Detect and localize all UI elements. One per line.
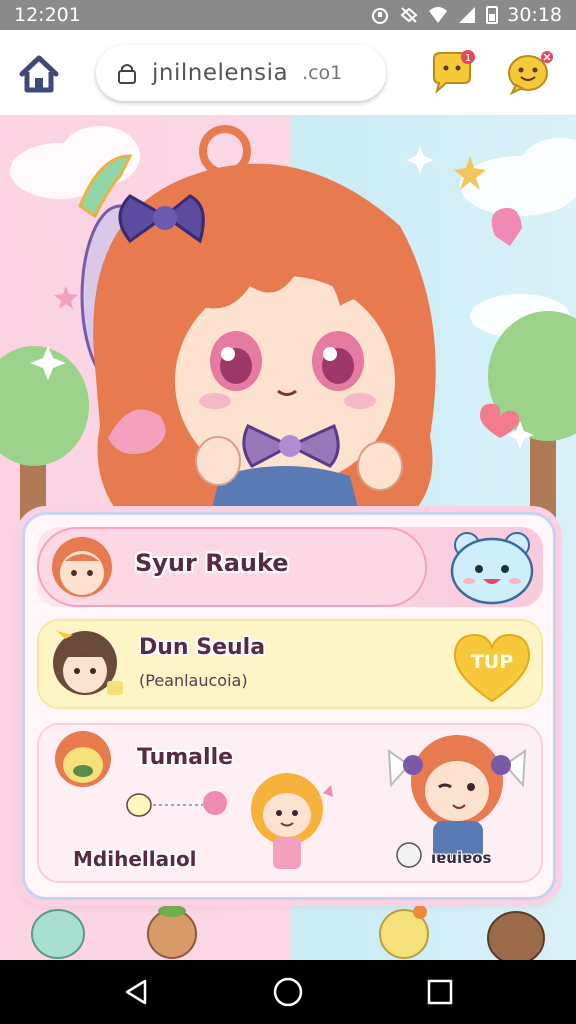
browser-toolbar: jnilnelensia .co1 1 (0, 30, 576, 116)
recents-icon (427, 979, 453, 1005)
status-badge: ıɐuiɐos (431, 849, 492, 867)
home-icon[interactable] (18, 54, 60, 94)
friend-card[interactable]: Syur Rauke (37, 527, 543, 607)
friend-card[interactable]: Dun Seula (Peanlaucoia) TUP (37, 619, 543, 709)
system-nav-bar (0, 960, 576, 1024)
home-circle-icon (273, 977, 303, 1007)
friend-secondary-name: Mdihellaıol (73, 847, 197, 871)
hero-illustration: Syur Rauke Dun Seula (Peanlaucoia) TUP T… (0, 116, 576, 960)
character-illustration (80, 125, 436, 516)
signal-icon (459, 7, 476, 23)
avatar (55, 731, 111, 787)
avatar (53, 631, 123, 695)
url-suffix: .co1 (302, 62, 343, 84)
status-bar: 12:201 30:18 (0, 0, 576, 30)
no-sound-icon (400, 7, 418, 23)
friend-name: Tumalle (137, 745, 234, 770)
friend-name: Syur Rauke (135, 549, 289, 577)
back-button[interactable] (116, 972, 156, 1012)
like-button[interactable]: TUP (449, 631, 535, 705)
alarm-icon (372, 8, 389, 24)
heart-icon (491, 207, 522, 246)
home-nav-button[interactable] (268, 972, 308, 1012)
friend-subtitle: (Peanlaucoia) (139, 671, 248, 690)
bear-mascot-icon (450, 532, 534, 605)
url-text: jnilnelensia (152, 60, 289, 86)
wifi-icon (429, 7, 448, 23)
url-field[interactable]: jnilnelensia .co1 (96, 45, 386, 101)
svg-text:1: 1 (465, 53, 471, 64)
friend-name: Dun Seula (139, 635, 266, 660)
status-clock: 30:18 (507, 4, 562, 26)
friend-card[interactable]: Tumalle Mdihellaıol ıɐuiɐos (37, 723, 543, 883)
mascot-icon (31, 905, 545, 960)
like-button-label: TUP (470, 651, 514, 673)
back-icon (125, 979, 147, 1005)
bee-connect-icon (126, 791, 227, 817)
battery-icon (486, 6, 499, 24)
status-time: 12:201 (14, 4, 81, 26)
status-icons: 30:18 (370, 4, 562, 26)
lock-icon (118, 64, 136, 84)
recents-button[interactable] (420, 972, 460, 1012)
avatar (52, 537, 112, 597)
emoji-chat-icon[interactable] (506, 49, 554, 97)
chat-notification-icon[interactable]: 1 (428, 49, 476, 97)
character-illustration (251, 773, 333, 869)
friends-panel: Syur Rauke Dun Seula (Peanlaucoia) TUP T… (22, 512, 556, 900)
